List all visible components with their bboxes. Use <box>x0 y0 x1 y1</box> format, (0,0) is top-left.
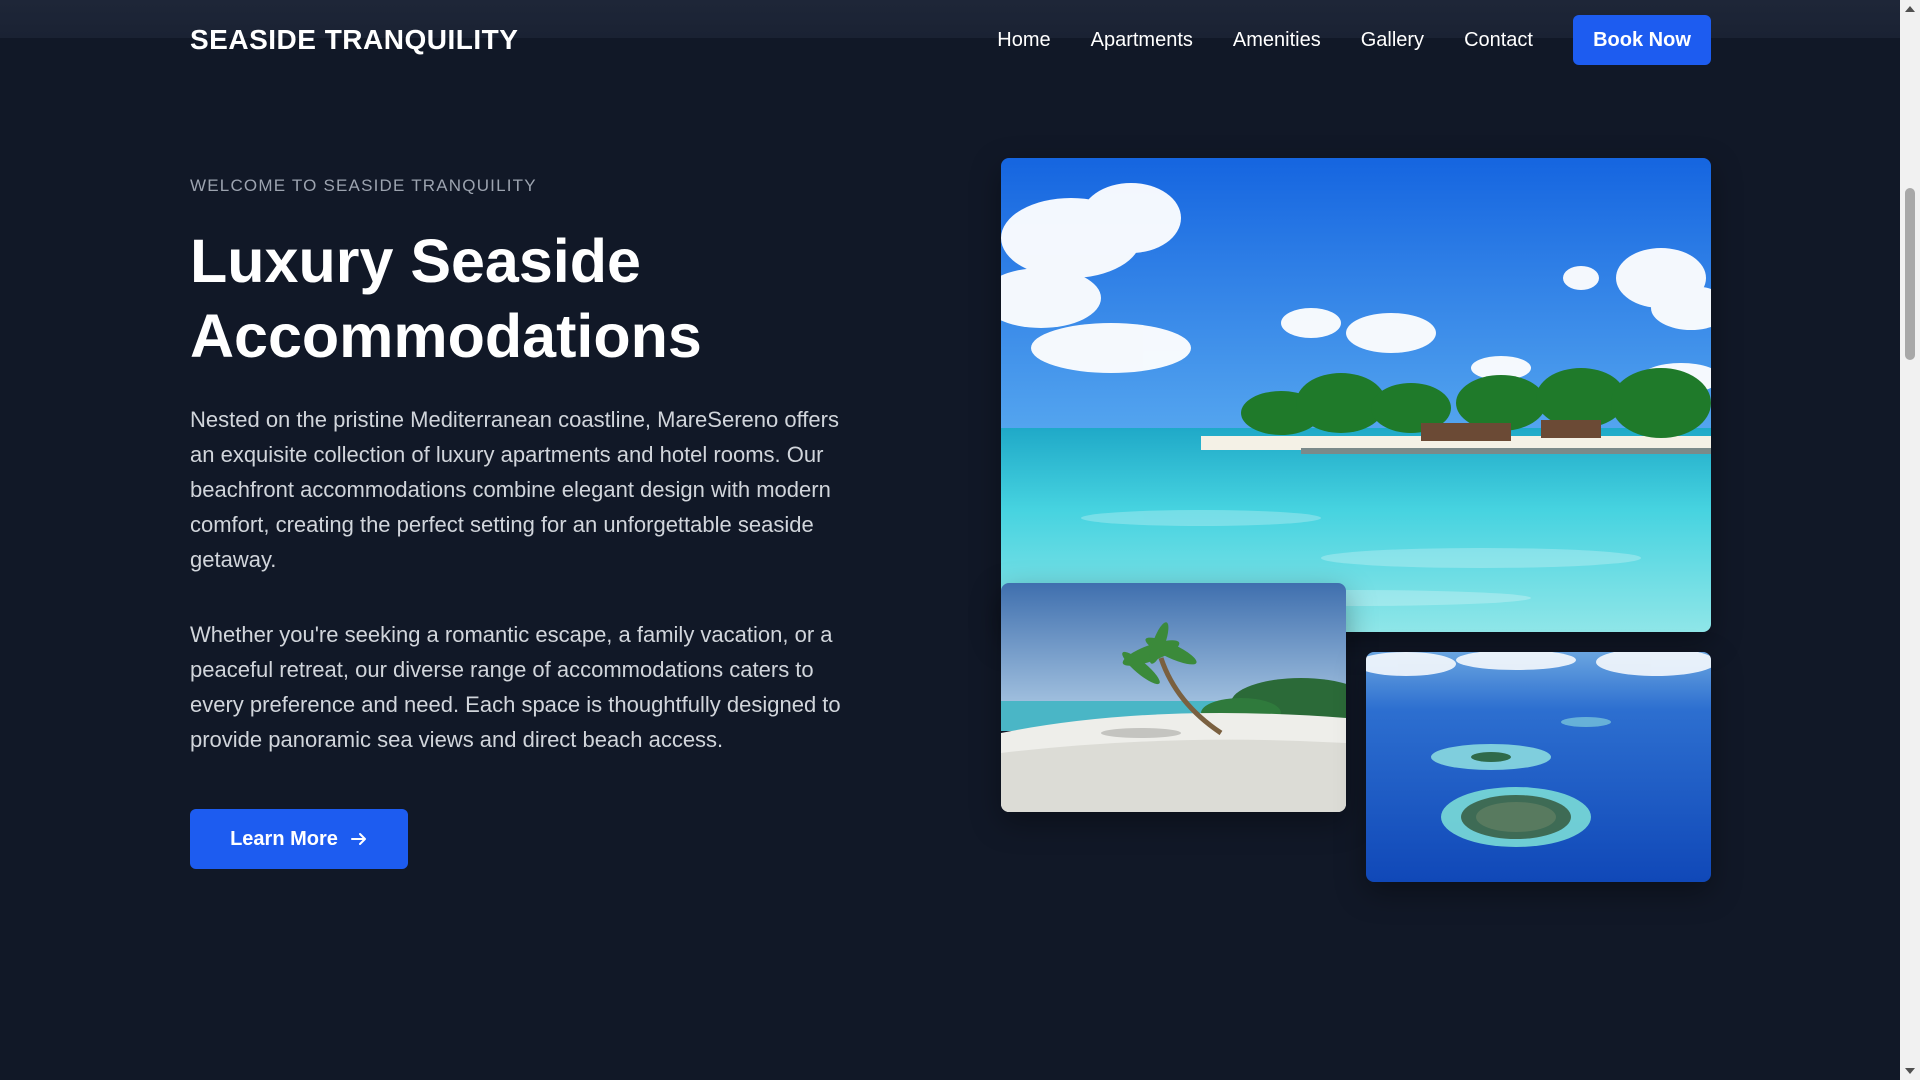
learn-more-button[interactable]: Learn More <box>190 809 408 869</box>
scroll-up-arrow-icon[interactable] <box>1905 6 1915 12</box>
arrow-right-icon <box>350 830 368 848</box>
nav-contact[interactable]: Contact <box>1464 29 1533 52</box>
page-scrollbar[interactable] <box>1900 0 1920 1080</box>
hero-eyebrow: WELCOME TO SEASIDE TRANQUILITY <box>190 176 537 195</box>
tropical-beach-resort-photo <box>1001 158 1711 632</box>
hero-title: Luxury Seaside Accommodations <box>190 224 860 374</box>
navbar: SEASIDE TRANQUILITY Home Apartments Amen… <box>190 14 1711 66</box>
hero-title-line2: Accommodations <box>190 302 702 370</box>
learn-more-label: Learn More <box>230 827 338 850</box>
hero-content: WELCOME TO SEASIDE TRANQUILITY Luxury Se… <box>190 176 860 869</box>
palm-tree-beach-photo <box>1001 583 1346 812</box>
site-logo[interactable]: SEASIDE TRANQUILITY <box>190 24 518 56</box>
hero-paragraph-1: Nested on the pristine Mediterranean coa… <box>190 407 839 572</box>
scrollbar-thumb[interactable] <box>1905 188 1915 360</box>
nav-home[interactable]: Home <box>997 29 1050 52</box>
nav-apartments[interactable]: Apartments <box>1091 29 1193 52</box>
nav-amenities[interactable]: Amenities <box>1233 29 1321 52</box>
hero-title-line1: Luxury Seaside <box>190 227 641 295</box>
nav-gallery[interactable]: Gallery <box>1361 29 1424 52</box>
book-now-button[interactable]: Book Now <box>1573 15 1711 65</box>
hero-paragraph-2: Whether you're seeking a romantic escape… <box>190 622 841 752</box>
main-nav: Home Apartments Amenities Gallery Contac… <box>997 15 1711 65</box>
atoll-aerial-photo <box>1366 652 1711 882</box>
scroll-down-arrow-icon[interactable] <box>1905 1068 1915 1074</box>
